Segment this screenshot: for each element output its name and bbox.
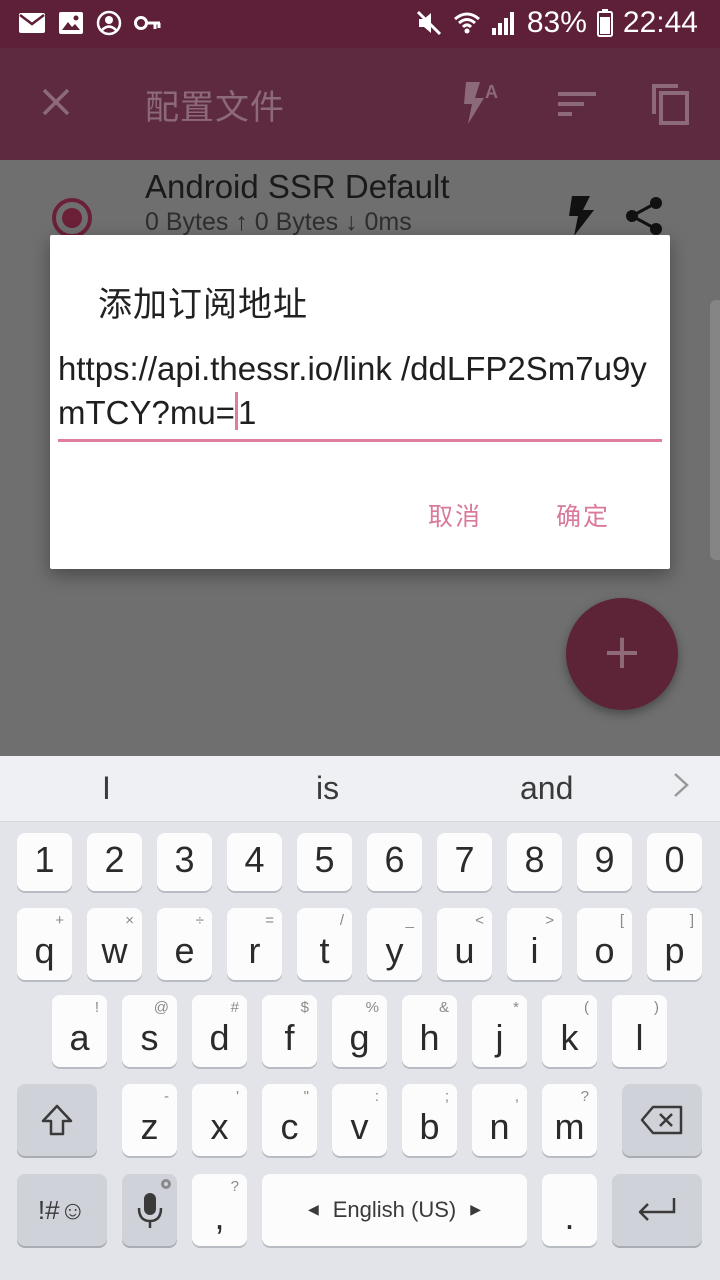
close-icon[interactable] — [40, 86, 72, 122]
input-text-after-cursor: 1 — [237, 394, 257, 431]
profile-name: Android SSR Default — [145, 168, 450, 205]
clock: 22:44 — [622, 6, 698, 39]
key-c[interactable]: " c — [262, 1084, 317, 1156]
shift-key[interactable] — [17, 1084, 97, 1156]
chevron-right-icon[interactable] — [672, 770, 690, 808]
mail-icon — [18, 12, 46, 34]
plus-icon: + — [601, 624, 643, 680]
subscription-url-input[interactable]: https://api.thessr.io/link /ddLFP2Sm7u9y… — [58, 347, 662, 443]
input-underline — [58, 439, 662, 442]
account-icon — [96, 10, 122, 36]
flash-icon[interactable] — [566, 196, 596, 240]
suggestion-3[interactable]: and — [520, 770, 573, 807]
key-8[interactable]: 8 — [507, 833, 562, 891]
language-label: English (US) — [332, 1197, 457, 1222]
vpn-key-icon — [134, 14, 162, 32]
input-text-before-cursor: https://api.thessr.io/link /ddLFP2Sm7u9y… — [58, 350, 647, 431]
share-icon[interactable] — [624, 196, 664, 240]
enter-icon — [612, 1174, 702, 1246]
key-5[interactable]: 5 — [297, 833, 352, 891]
enter-key[interactable] — [612, 1174, 702, 1246]
key-z[interactable]: -z — [122, 1084, 177, 1156]
sort-icon[interactable] — [558, 90, 596, 122]
key-f[interactable]: $ f — [262, 995, 317, 1067]
mute-icon — [415, 9, 443, 37]
key-2[interactable]: 2 — [87, 833, 142, 891]
key-m[interactable]: ? m — [542, 1084, 597, 1156]
key-v[interactable]: :v — [332, 1084, 387, 1156]
key-h[interactable]: & h — [402, 995, 457, 1067]
key-e[interactable]: ÷ e — [157, 908, 212, 980]
period-key[interactable]: . — [542, 1174, 597, 1246]
key-1[interactable]: 1 — [17, 833, 72, 891]
chevron-right-small-icon: ▶ — [470, 1202, 482, 1218]
ok-button[interactable]: 确定 — [556, 497, 610, 533]
symbols-key[interactable]: !#☺ — [17, 1174, 107, 1246]
key-n[interactable]: ,n — [472, 1084, 527, 1156]
space-key[interactable]: ◀ English (US) ▶ — [262, 1174, 527, 1246]
key-4[interactable]: 4 — [227, 833, 282, 891]
key-r[interactable]: = r — [227, 908, 282, 980]
key-j[interactable]: * j — [472, 995, 527, 1067]
key-9[interactable]: 9 — [577, 833, 632, 891]
battery-percent: 83% — [526, 6, 587, 39]
shift-icon — [17, 1084, 97, 1156]
key-7[interactable]: 7 — [437, 833, 492, 891]
keyboard: I is and 1 2 3 4 5 6 7 8 9 0 + q × w ÷ e = r… — [0, 756, 720, 1280]
backspace-key[interactable] — [622, 1084, 702, 1156]
key-t[interactable]: / t — [297, 908, 352, 980]
copy-icon[interactable] — [650, 82, 690, 130]
suggestion-1[interactable]: I — [102, 770, 111, 807]
key-d[interactable]: # d — [192, 995, 247, 1067]
key-s[interactable]: @ s — [122, 995, 177, 1067]
battery-icon — [596, 9, 613, 37]
notification-icons — [18, 10, 162, 36]
status-bar: 83% 22:44 — [0, 0, 720, 48]
key-g[interactable]: % g — [332, 995, 387, 1067]
flash-auto-icon[interactable]: A — [458, 80, 502, 130]
app-bar: 配置文件 A — [0, 48, 720, 160]
system-icons: 83% 22:44 — [415, 6, 698, 40]
suggestion-2[interactable]: is — [316, 770, 339, 807]
add-profile-button[interactable]: + — [566, 598, 678, 710]
profile-radio[interactable] — [52, 198, 92, 238]
edge-panel-handle[interactable] — [710, 300, 720, 560]
key-k[interactable]: (k — [542, 995, 597, 1067]
signal-icon — [491, 10, 517, 36]
profile-stats: 0 Bytes ↑ 0 Bytes ↓ 0ms — [145, 208, 412, 236]
key-i[interactable]: > i — [507, 908, 562, 980]
key-6[interactable]: 6 — [367, 833, 422, 891]
key-y[interactable]: _ y — [367, 908, 422, 980]
key-0[interactable]: 0 — [647, 833, 702, 891]
key-w[interactable]: × w — [87, 908, 142, 980]
chevron-left-icon: ◀ — [307, 1202, 319, 1218]
key-p[interactable]: ] p — [647, 908, 702, 980]
image-icon — [58, 11, 84, 35]
dialog-title: 添加订阅地址 — [98, 285, 308, 325]
key-o[interactable]: [o — [577, 908, 632, 980]
key-u[interactable]: < u — [437, 908, 492, 980]
key-3[interactable]: 3 — [157, 833, 212, 891]
backspace-icon — [622, 1084, 702, 1156]
voice-input-key[interactable] — [122, 1174, 177, 1246]
key-l[interactable]: ) l — [612, 995, 667, 1067]
comma-key[interactable]: ?, — [192, 1174, 247, 1246]
svg-text:A: A — [485, 82, 498, 102]
key-a[interactable]: ! a — [52, 995, 107, 1067]
cancel-button[interactable]: 取消 — [428, 497, 482, 533]
settings-gear-icon — [158, 1176, 174, 1196]
page-title: 配置文件 — [145, 88, 285, 128]
suggestion-bar: I is and — [0, 756, 720, 822]
add-subscription-dialog: 添加订阅地址 https://api.thessr.io/link /ddLFP… — [50, 235, 670, 569]
key-q[interactable]: + q — [17, 908, 72, 980]
key-b[interactable]: ; b — [402, 1084, 457, 1156]
key-x[interactable]: ' x — [192, 1084, 247, 1156]
wifi-icon — [453, 9, 481, 37]
